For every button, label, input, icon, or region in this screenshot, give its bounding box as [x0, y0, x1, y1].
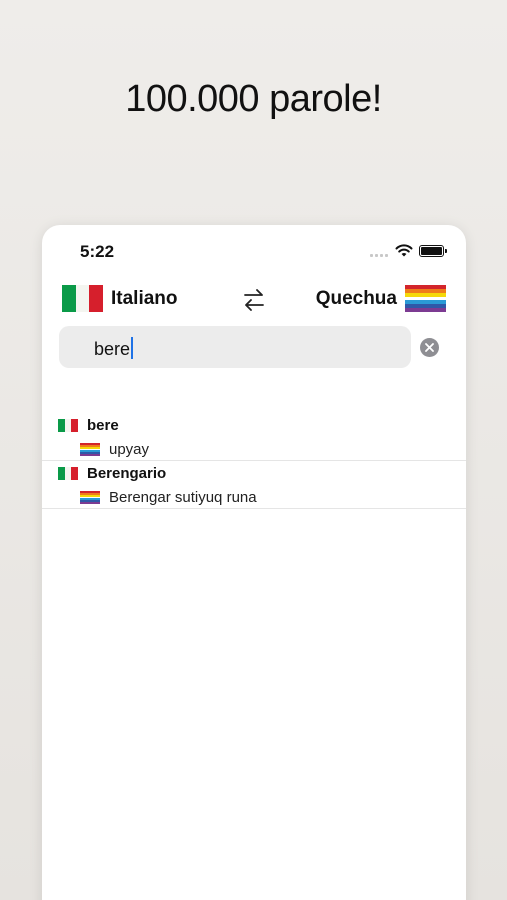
result-translation: Berengar sutiyuq runa — [109, 489, 257, 506]
wifi-icon — [395, 244, 413, 257]
wiphala-flag-icon — [80, 491, 100, 505]
result-word: bere — [87, 417, 119, 434]
swap-languages-icon[interactable] — [242, 287, 266, 313]
target-language-button[interactable]: Quechua — [315, 285, 446, 313]
italy-flag-icon — [58, 467, 79, 480]
italy-flag-icon — [62, 285, 104, 312]
phone-screen: 5:22 Italiano Quechua bere bere upyay Be… — [42, 225, 466, 900]
signal-icon — [370, 254, 388, 257]
text-caret — [131, 337, 134, 359]
results-list: bere upyay Berengario Berengar sutiyuq r… — [42, 413, 466, 509]
result-translation: upyay — [109, 441, 150, 458]
wiphala-flag-icon — [405, 285, 446, 313]
promo-title: 100.000 parole! — [125, 78, 382, 120]
search-value: bere — [94, 337, 134, 360]
source-language-label: Italiano — [111, 287, 178, 309]
italy-flag-icon — [58, 419, 79, 432]
language-selector: Italiano Quechua — [42, 285, 466, 315]
target-language-label: Quechua — [315, 287, 397, 309]
result-word: Berengario — [87, 465, 167, 482]
close-icon — [425, 343, 434, 352]
wiphala-flag-icon — [80, 443, 100, 457]
list-item[interactable]: bere upyay — [42, 413, 466, 461]
battery-icon — [419, 245, 447, 257]
source-language-button[interactable]: Italiano — [62, 285, 178, 312]
status-time: 5:22 — [80, 242, 115, 261]
search-input[interactable]: bere — [59, 326, 411, 368]
clear-search-button[interactable] — [420, 338, 439, 357]
status-bar: 5:22 — [42, 225, 466, 275]
list-item[interactable]: Berengario Berengar sutiyuq runa — [42, 461, 466, 509]
